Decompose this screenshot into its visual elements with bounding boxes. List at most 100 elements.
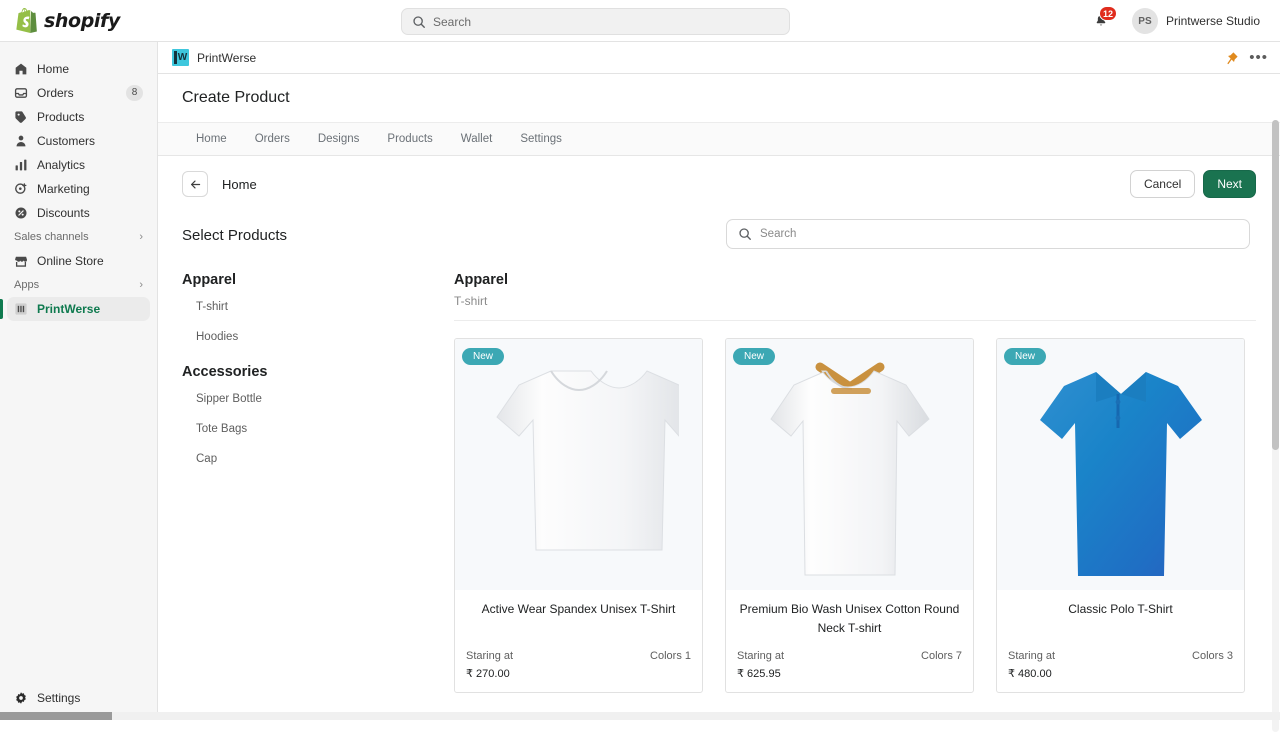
user-menu-button[interactable]: PS Printwerse Studio — [1126, 5, 1266, 37]
shopify-logo[interactable]: shopify — [0, 8, 160, 33]
product-card-body: Active Wear Spandex Unisex T-Shirt Stari… — [455, 590, 702, 692]
product-search-placeholder: Search — [760, 228, 796, 240]
blue-polo-shirt-icon — [1026, 358, 1216, 590]
shopify-bag-icon — [14, 8, 37, 33]
product-search-input[interactable]: Search — [726, 219, 1250, 249]
category-item-cap[interactable]: Cap — [182, 444, 454, 474]
app-titlebar: W PrintWerse ••• — [158, 42, 1280, 74]
category-item-hoodies[interactable]: Hoodies — [182, 322, 454, 352]
pin-icon[interactable] — [1225, 51, 1239, 65]
global-topbar: shopify Search 12 PS Printwerse Studio — [0, 0, 1280, 42]
sidebar-item-settings[interactable]: Settings — [7, 686, 151, 710]
tab-home[interactable]: Home — [182, 122, 241, 156]
global-search-input[interactable]: Search — [401, 8, 790, 35]
app-name-label: PrintWerse — [197, 51, 256, 65]
sidebar-item-discounts[interactable]: Discounts — [7, 201, 150, 225]
starting-at-label: Staring at — [1008, 650, 1055, 662]
product-name: Premium Bio Wash Unisex Cotton Round Nec… — [737, 600, 962, 638]
scrollbar-thumb[interactable] — [0, 712, 112, 720]
category-item-tshirt[interactable]: T-shirt — [182, 292, 454, 322]
product-image: New — [997, 339, 1244, 590]
status-badge: New — [462, 348, 504, 365]
starting-at-label: Staring at — [737, 650, 784, 662]
sidebar-section-sales-channels[interactable]: Sales channels › — [7, 225, 150, 249]
category-item-tote-bags[interactable]: Tote Bags — [182, 414, 454, 444]
tab-products[interactable]: Products — [373, 122, 446, 156]
tab-orders[interactable]: Orders — [241, 122, 304, 156]
scrollbar-thumb[interactable] — [1272, 120, 1279, 450]
category-spacer — [182, 352, 454, 364]
chevron-right-icon: › — [139, 231, 143, 243]
chevron-right-icon: › — [139, 279, 143, 291]
product-card[interactable]: New — [725, 338, 974, 693]
sidebar-item-label: Products — [37, 110, 143, 124]
status-badge: New — [733, 348, 775, 365]
product-card-body: Classic Polo T-Shirt Staring at ₹ 480.00… — [997, 590, 1244, 692]
sidebar-item-home[interactable]: Home — [7, 57, 150, 81]
avatar: PS — [1132, 8, 1158, 34]
category-sidebar: Apparel T-shirt Hoodies Accessories Sipp… — [182, 258, 454, 693]
product-price-block: Staring at ₹ 480.00 — [1008, 650, 1055, 680]
arrow-left-icon — [189, 178, 202, 191]
product-card-grid: New Acti — [454, 338, 1256, 693]
white-crew-tshirt-icon — [479, 355, 679, 590]
sidebar-item-marketing[interactable]: Marketing — [7, 177, 150, 201]
app-logo-letter: W — [178, 52, 187, 63]
sidebar-item-label: PrintWerse — [37, 302, 143, 316]
sidebar-footer: Settings — [0, 686, 158, 710]
products-icon — [14, 110, 28, 124]
product-card[interactable]: New — [996, 338, 1245, 693]
sidebar-item-analytics[interactable]: Analytics — [7, 153, 150, 177]
product-colors-count: Colors 3 — [1192, 650, 1233, 662]
product-meta: Staring at ₹ 625.95 Colors 7 — [737, 650, 962, 680]
marketing-icon — [14, 182, 28, 196]
sidebar-section-apps[interactable]: Apps › — [7, 273, 150, 297]
product-card[interactable]: New Acti — [454, 338, 703, 693]
sidebar-item-products[interactable]: Products — [7, 105, 150, 129]
product-card-body: Premium Bio Wash Unisex Cotton Round Nec… — [726, 590, 973, 692]
tab-settings[interactable]: Settings — [506, 122, 576, 156]
printwerse-logo-icon: W — [172, 49, 189, 66]
product-image: New — [455, 339, 702, 590]
home-icon — [14, 62, 28, 76]
tab-wallet[interactable]: Wallet — [447, 122, 507, 156]
page-horizontal-scrollbar[interactable] — [0, 712, 1280, 720]
grid-subheading: T-shirt — [454, 294, 1256, 308]
sidebar-item-online-store[interactable]: Online Store — [7, 249, 150, 273]
sidebar-primary-nav: Home Orders 8 Products Customers — [0, 42, 157, 321]
orders-icon — [14, 86, 28, 100]
toolbar-actions: Cancel Next — [1130, 170, 1256, 198]
store-icon — [14, 254, 28, 268]
main-sidebar: Home Orders 8 Products Customers — [0, 42, 158, 720]
product-price-block: Staring at ₹ 625.95 — [737, 650, 784, 680]
product-image: New — [726, 339, 973, 590]
back-button[interactable] — [182, 171, 208, 197]
sidebar-item-label: Analytics — [37, 158, 143, 172]
page-title: Create Product — [182, 89, 290, 107]
notifications-button[interactable]: 12 — [1088, 8, 1114, 34]
category-item-sipper-bottle[interactable]: Sipper Bottle — [182, 384, 454, 414]
sales-channels-label: Sales channels — [14, 231, 139, 243]
sidebar-item-label: Marketing — [37, 182, 143, 196]
sidebar-item-label: Orders — [37, 86, 117, 100]
shopify-wordmark: shopify — [44, 10, 120, 32]
more-options-icon[interactable]: ••• — [1249, 53, 1268, 63]
products-browser: Apparel T-shirt Hoodies Accessories Sipp… — [158, 258, 1280, 693]
sidebar-item-label: Customers — [37, 134, 143, 148]
gear-icon — [14, 691, 28, 705]
search-icon — [412, 15, 426, 29]
sidebar-item-orders[interactable]: Orders 8 — [7, 81, 150, 105]
grid-heading: Apparel — [454, 272, 1256, 288]
app-tab-bar: Home Orders Designs Products Wallet Sett… — [158, 122, 1280, 156]
sidebar-item-label: Settings — [37, 691, 144, 705]
tab-designs[interactable]: Designs — [304, 122, 374, 156]
sidebar-item-printwerse[interactable]: PrintWerse — [7, 297, 150, 321]
cancel-button[interactable]: Cancel — [1130, 170, 1195, 198]
discounts-icon — [14, 206, 28, 220]
app-vertical-scrollbar[interactable] — [1272, 120, 1279, 732]
product-meta: Staring at ₹ 480.00 Colors 3 — [1008, 650, 1233, 680]
sidebar-item-label: Online Store — [37, 254, 143, 268]
next-button[interactable]: Next — [1203, 170, 1256, 198]
sidebar-item-label: Discounts — [37, 206, 143, 220]
sidebar-item-customers[interactable]: Customers — [7, 129, 150, 153]
